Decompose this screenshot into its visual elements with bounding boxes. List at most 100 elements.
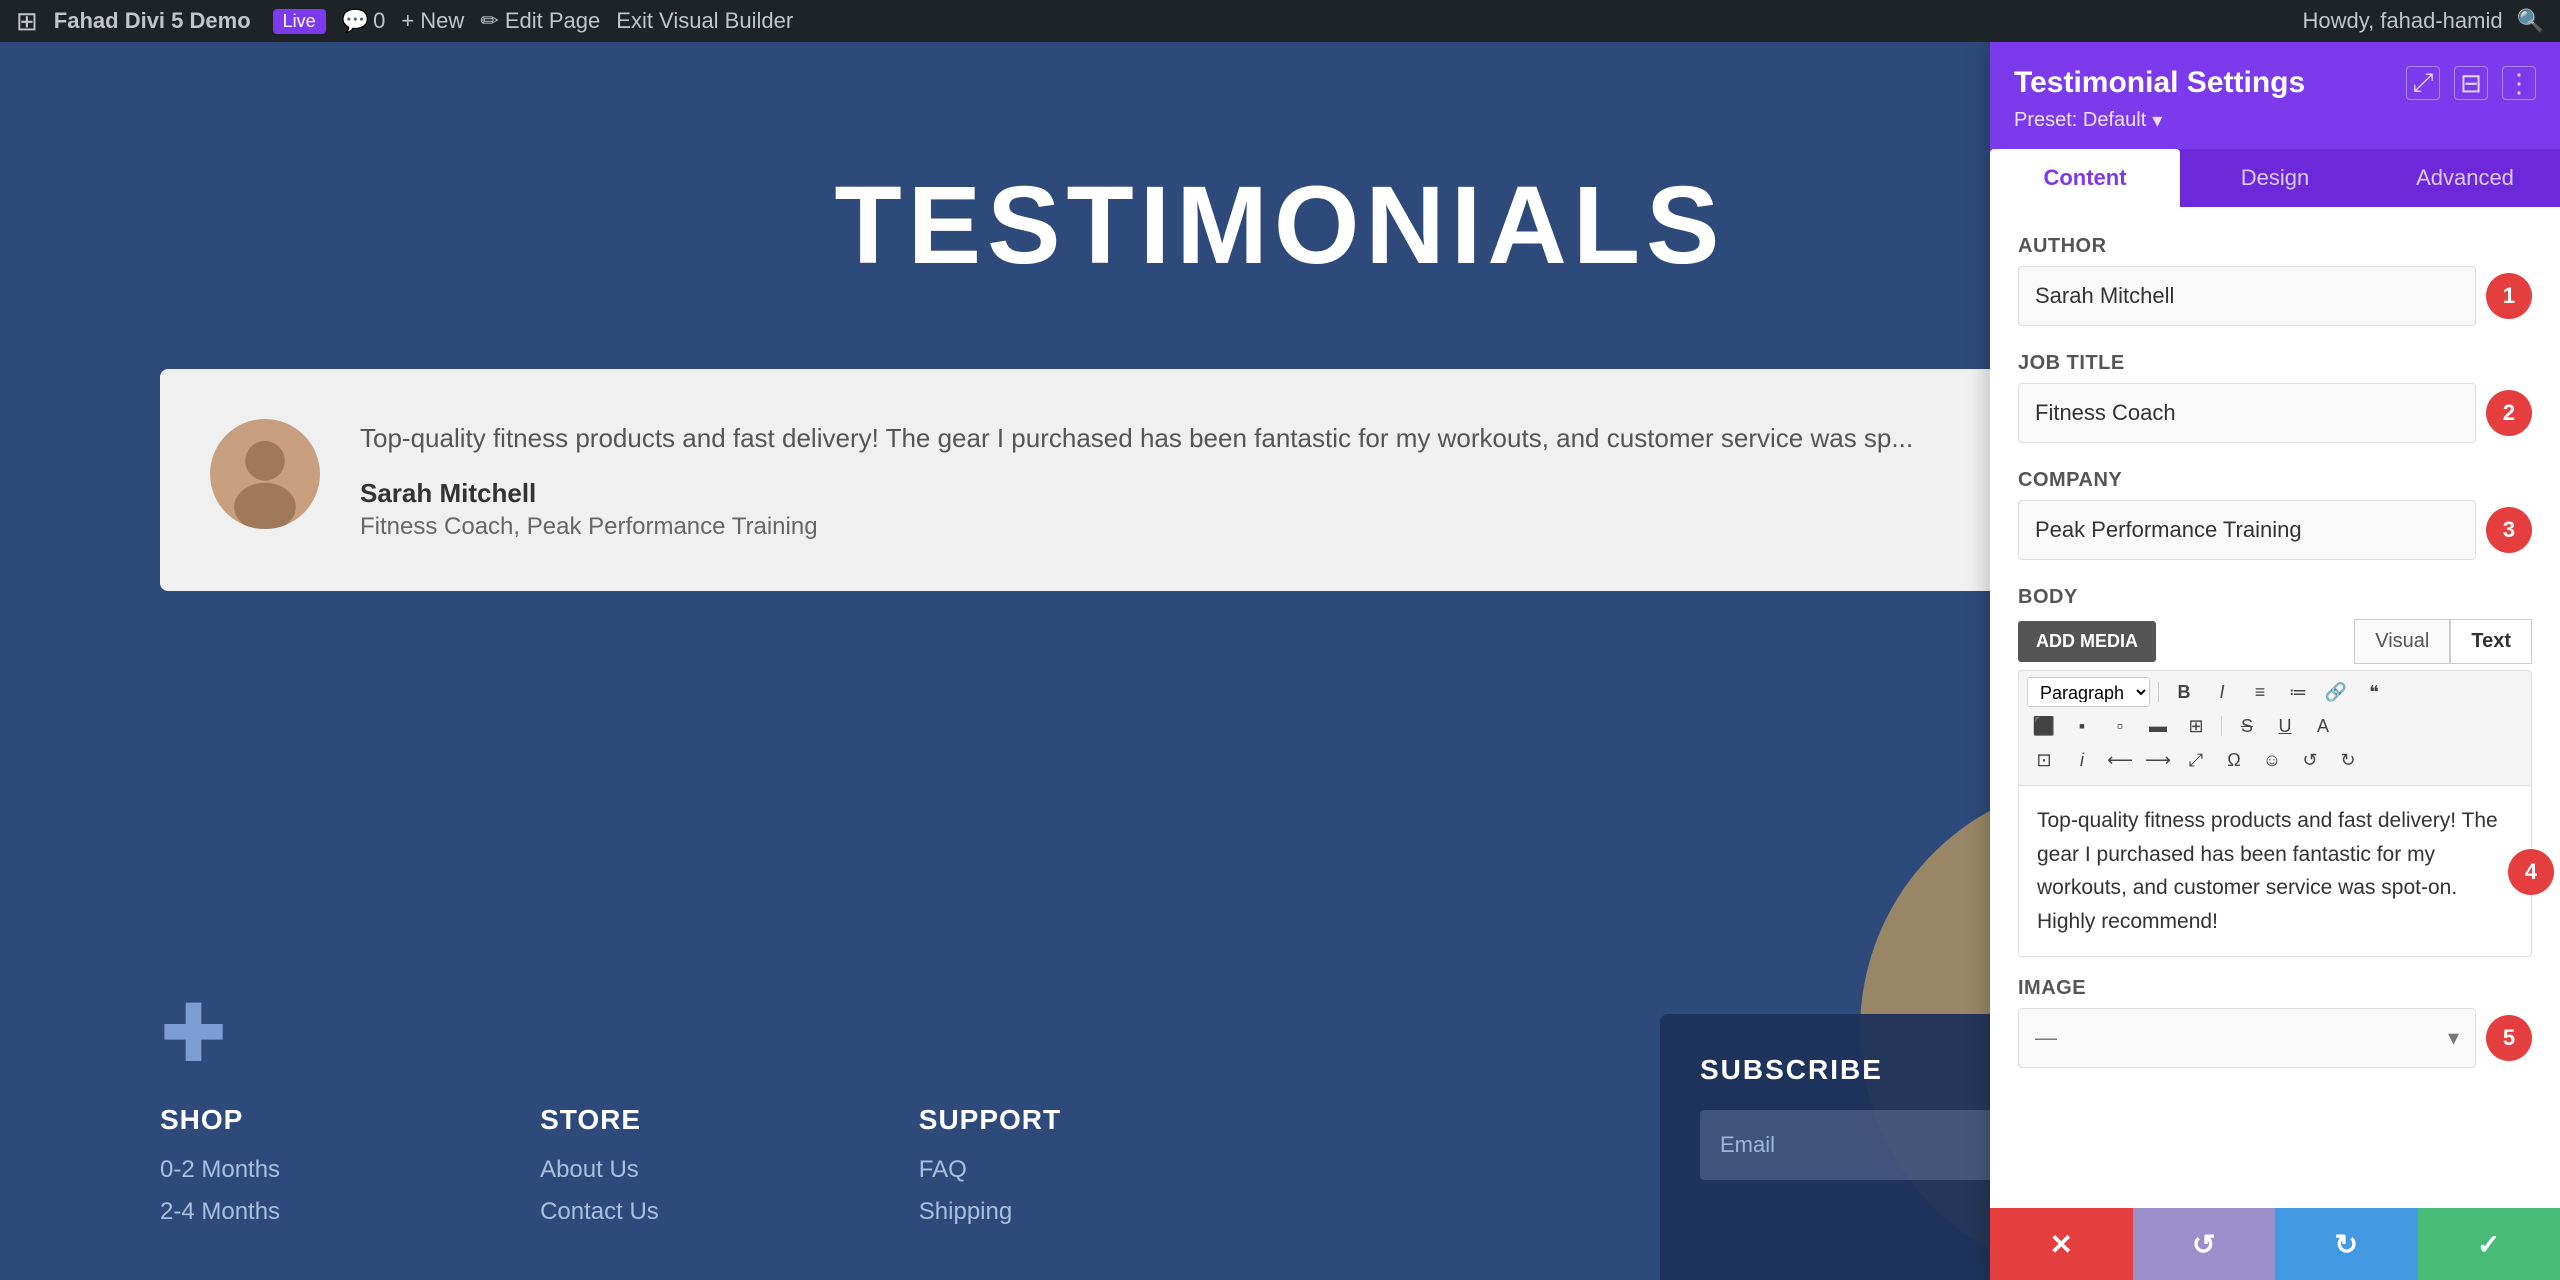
author-input-row: 1 [2018, 266, 2532, 326]
redo-button[interactable]: ↻ [2331, 745, 2365, 775]
admin-bar: ⊞ Fahad Divi 5 Demo Live 💬 0 + New ✏ Edi… [0, 0, 2560, 42]
company-input[interactable] [2018, 500, 2476, 560]
panel-tabs: Content Design Advanced [1990, 149, 2560, 207]
panel-title-row: Testimonial Settings ⤢ ⊟ ⋮ [2014, 66, 2536, 100]
bold-button[interactable]: B [2167, 677, 2201, 707]
job-title-input[interactable] [2018, 383, 2476, 443]
footer-col-shop: SHOP 0-2 Months 2-4 Months [160, 1104, 280, 1240]
author-input[interactable] [2018, 266, 2476, 326]
chevron-down-icon: ▾ [2448, 1025, 2459, 1051]
refresh-icon: ↻ [2335, 1228, 2358, 1261]
exit-builder-button[interactable]: Exit Visual Builder [616, 8, 793, 34]
image-label: Image [2018, 977, 2532, 1000]
image-field-placeholder: — [2035, 1025, 2057, 1051]
job-title-field-group: Job Title 2 [2018, 352, 2532, 443]
panel-footer: ✕ ↺ ↻ ✓ [1990, 1208, 2560, 1280]
visual-tab[interactable]: Visual [2354, 619, 2450, 664]
refresh-button[interactable]: ↻ [2275, 1208, 2418, 1280]
add-media-button[interactable]: ADD MEDIA [2018, 621, 2156, 662]
howdy-text: Howdy, fahad-hamid [2302, 8, 2502, 34]
store-link-1[interactable]: About Us [540, 1156, 659, 1184]
search-icon[interactable]: 🔍 [2517, 8, 2544, 34]
admin-bar-right: Howdy, fahad-hamid 🔍 [2302, 8, 2544, 34]
unordered-list-button[interactable]: ≡ [2243, 677, 2277, 707]
save-button[interactable]: ✓ [2418, 1208, 2560, 1280]
paragraph-select[interactable]: Paragraph [2027, 677, 2150, 707]
step-badge-5: 5 [2486, 1015, 2532, 1061]
ordered-list-button[interactable]: ≔ [2281, 677, 2315, 707]
footer-col-store: STORE About Us Contact Us [540, 1104, 659, 1240]
divider-1 [2158, 682, 2159, 702]
undo-button[interactable]: ↺ [2293, 745, 2327, 775]
strikethrough-button[interactable]: S [2230, 711, 2264, 741]
image-field-group: Image — ▾ 5 [2018, 977, 2532, 1068]
toolbar-row-3: ⊡ i ⟵ ⟶ ⤢ Ω ☺ ↺ ↻ [2027, 745, 2523, 775]
company-label: Company [2018, 469, 2532, 492]
new-button[interactable]: + New [401, 8, 464, 34]
align-right-button[interactable]: ▫ [2103, 711, 2137, 741]
store-heading: STORE [540, 1104, 659, 1136]
italic2-button[interactable]: i [2065, 745, 2099, 775]
tab-content[interactable]: Content [1990, 149, 2180, 207]
emoji-button[interactable]: ☺ [2255, 745, 2289, 775]
text-color-button[interactable]: A [2306, 711, 2340, 741]
reset-button[interactable]: ↺ [2133, 1208, 2276, 1280]
author-label: Author [2018, 235, 2532, 258]
comment-count[interactable]: 💬 0 [342, 8, 386, 34]
store-link-2[interactable]: Contact Us [540, 1198, 659, 1226]
company-field-group: Company 3 [2018, 469, 2532, 560]
panel-header-icons: ⤢ ⊟ ⋮ [2406, 66, 2536, 100]
indent-left-button[interactable]: ⟵ [2103, 745, 2137, 775]
align-center-button[interactable]: ▪ [2065, 711, 2099, 741]
tab-design[interactable]: Design [2180, 149, 2370, 207]
align-justify-button[interactable]: ▬ [2141, 711, 2175, 741]
panel-header: Testimonial Settings ⤢ ⊟ ⋮ Preset: Defau… [1990, 42, 2560, 149]
toolbar-row-1: Paragraph B I ≡ ≔ 🔗 ❝ [2027, 677, 2523, 707]
site-name[interactable]: Fahad Divi 5 Demo [54, 8, 251, 34]
divider-2 [2221, 716, 2222, 736]
step-badge-2: 2 [2486, 390, 2532, 436]
cancel-button[interactable]: ✕ [1990, 1208, 2133, 1280]
special-char-button[interactable]: Ω [2217, 745, 2251, 775]
chevron-down-icon: ▾ [2152, 108, 2162, 133]
cancel-icon: ✕ [2050, 1228, 2073, 1261]
shop-link-2[interactable]: 2-4 Months [160, 1198, 280, 1226]
toolbar-row-2: ⬛ ▪ ▫ ▬ ⊞ S U A [2027, 711, 2523, 741]
settings-panel: Testimonial Settings ⤢ ⊟ ⋮ Preset: Defau… [1990, 42, 2560, 1280]
tab-advanced[interactable]: Advanced [2370, 149, 2560, 207]
author-field-group: Author 1 [2018, 235, 2532, 326]
wp-logo-icon[interactable]: ⊞ [16, 6, 38, 37]
edit-page-button[interactable]: ✏ Edit Page [480, 8, 600, 34]
text-tab[interactable]: Text [2450, 619, 2532, 664]
paste-button[interactable]: ⊡ [2027, 745, 2061, 775]
image-field[interactable]: — ▾ [2018, 1008, 2476, 1068]
job-title-label: Job Title [2018, 352, 2532, 375]
footer-col-support: SUPPORT FAQ Shipping [919, 1104, 1061, 1240]
reset-icon: ↺ [2192, 1228, 2215, 1261]
body-editor[interactable]: Top-quality fitness products and fast de… [2018, 786, 2532, 957]
body-editor-wrapper: Top-quality fitness products and fast de… [2018, 786, 2532, 957]
blockquote-button[interactable]: ❝ [2357, 677, 2391, 707]
visual-text-tabs: Visual Text [2354, 619, 2532, 664]
panel-expand-icon[interactable]: ⤢ [2406, 66, 2440, 100]
link-button[interactable]: 🔗 [2319, 677, 2353, 707]
table-button[interactable]: ⊞ [2179, 711, 2213, 741]
support-link-1[interactable]: FAQ [919, 1156, 1061, 1184]
avatar [210, 419, 320, 529]
panel-more-icon[interactable]: ⋮ [2502, 66, 2536, 100]
live-badge: Live [273, 9, 326, 34]
panel-preset[interactable]: Preset: Default ▾ [2014, 108, 2536, 133]
fullscreen-button[interactable]: ⤢ [2179, 745, 2213, 775]
body-toolbar: Paragraph B I ≡ ≔ 🔗 ❝ ⬛ ▪ ▫ ▬ ⊞ [2018, 670, 2532, 786]
italic-button[interactable]: I [2205, 677, 2239, 707]
body-toolbar-row1: ADD MEDIA Visual Text [2018, 619, 2532, 664]
indent-right-button[interactable]: ⟶ [2141, 745, 2175, 775]
body-label: Body [2018, 586, 2532, 609]
shop-link-1[interactable]: 0-2 Months [160, 1156, 280, 1184]
support-link-2[interactable]: Shipping [919, 1198, 1061, 1226]
underline-button[interactable]: U [2268, 711, 2302, 741]
company-input-row: 3 [2018, 500, 2532, 560]
panel-split-icon[interactable]: ⊟ [2454, 66, 2488, 100]
align-left-button[interactable]: ⬛ [2027, 711, 2061, 741]
support-heading: SUPPORT [919, 1104, 1061, 1136]
